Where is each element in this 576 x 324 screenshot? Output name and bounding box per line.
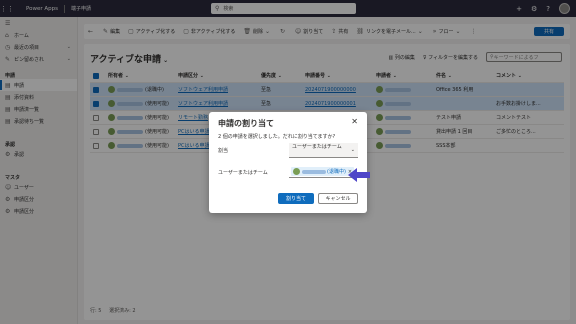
dialog-description: 2 個の申請を選択しました。だれに割り当てますか? bbox=[218, 134, 336, 140]
user-or-team-label: ユーザーまたはチーム bbox=[218, 170, 268, 176]
assign-to-value: ユーザーまたはチーム bbox=[292, 144, 342, 150]
assign-confirm-button[interactable]: 割り当て bbox=[278, 193, 314, 204]
chip-status: (退職中) bbox=[327, 169, 346, 175]
avatar bbox=[293, 168, 300, 175]
redacted-name bbox=[302, 169, 326, 174]
assign-to-select[interactable]: ユーザーまたはチーム ⌄ bbox=[289, 143, 358, 158]
assign-to-label: 割当 bbox=[218, 148, 229, 154]
annotation-arrow-icon bbox=[348, 168, 370, 182]
close-icon[interactable]: ✕ bbox=[351, 117, 358, 126]
dialog-title: 申請の割り当て bbox=[218, 119, 274, 128]
chevron-down-icon: ⌄ bbox=[350, 147, 355, 153]
selected-user-chip[interactable]: (退職中) × bbox=[291, 167, 355, 176]
dialog-actions: 割り当て キャンセル bbox=[278, 193, 358, 204]
cancel-button[interactable]: キャンセル bbox=[318, 193, 358, 204]
assign-dialog: 申請の割り当て ✕ 2 個の申請を選択しました。だれに割り当てますか? 割当 ユ… bbox=[209, 112, 367, 213]
